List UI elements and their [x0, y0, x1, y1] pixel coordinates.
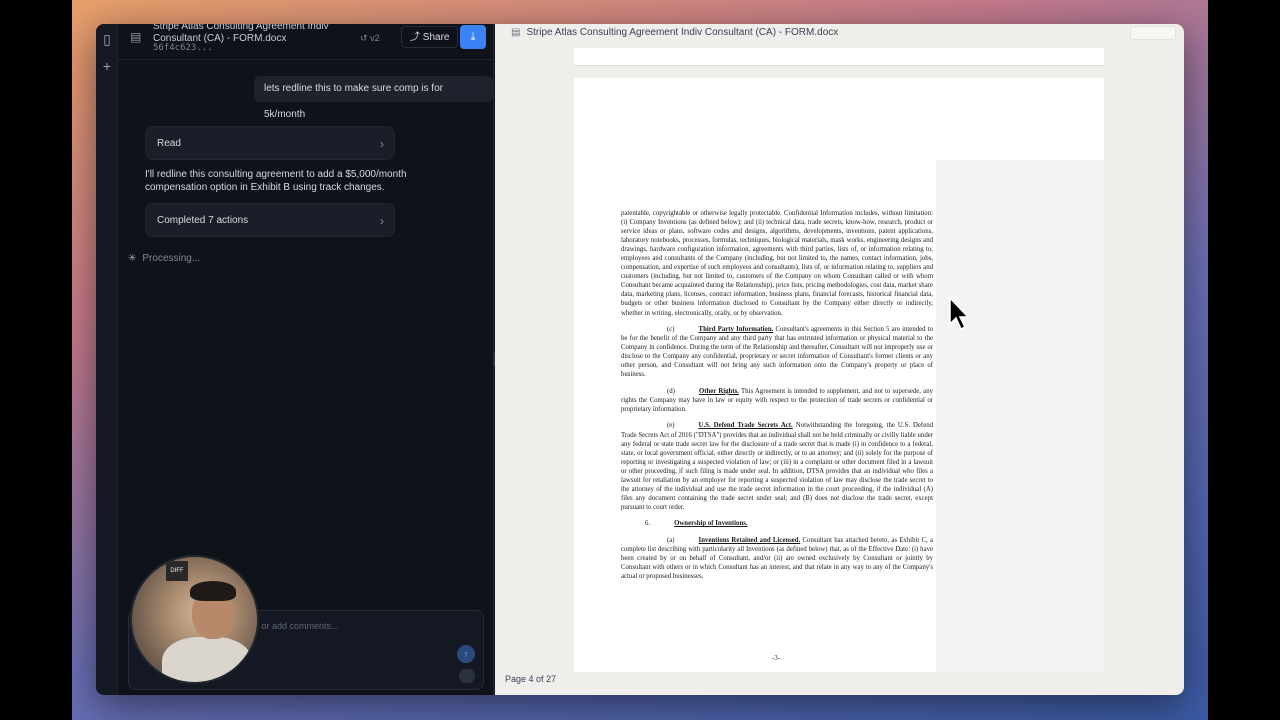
document-hash: 56f4c623... — [153, 43, 213, 53]
paragraph-third-party: (c) Third Party Information. Consultant's… — [621, 325, 933, 379]
document-viewer: ▤ Stripe Atlas Consulting Agreement Indiv… — [495, 24, 1184, 695]
section-6-title: Ownership of Inventions. — [674, 520, 748, 528]
chevron-right-icon: › — [380, 214, 384, 228]
page-indicator: Page 4 of 27 — [505, 674, 557, 684]
mouse-cursor-icon — [949, 296, 970, 331]
person-body — [162, 637, 252, 682]
clause-e-number: (e) — [667, 422, 675, 430]
new-chat-icon[interactable]: + — [96, 58, 118, 74]
page-margin-shade — [936, 160, 1104, 672]
document-icon: ▤ — [130, 30, 142, 44]
letterbox-left — [0, 0, 72, 720]
completed-label: Completed 7 actions — [157, 215, 249, 226]
clause-a-heading: Inventions Retained and Licensed. — [698, 537, 801, 544]
chat-header: ▤ Stripe Atlas Consulting Agreement Indi… — [118, 24, 493, 60]
read-action-card[interactable]: Read › — [145, 126, 395, 160]
clause-a-number: (a) — [667, 537, 675, 544]
share-button[interactable]: ⤴ Share — [401, 26, 459, 48]
clause-d-number: (d) — [667, 387, 675, 395]
user-message: lets redline this to make sure comp is f… — [254, 76, 493, 120]
spinner-icon: ✳ — [128, 253, 137, 264]
share-label: Share — [422, 32, 450, 43]
previous-page-bottom — [574, 48, 1104, 66]
page-body: patentable, copyrightable or otherwise l… — [621, 209, 933, 589]
document-title: Stripe Atlas Consulting Agreement Indiv … — [153, 24, 329, 44]
document-header-title: Stripe Atlas Consulting Agreement Indiv … — [526, 27, 839, 38]
clause-c-heading: Third Party Information. — [698, 326, 774, 334]
section-6-heading: 6. Ownership of Inventions. — [621, 519, 933, 528]
processing-label: Processing... — [142, 253, 201, 264]
version-button[interactable]: ↺ v2 — [354, 28, 386, 48]
chevron-right-icon: › — [380, 137, 384, 151]
processing-status: ✳ Processing... — [128, 253, 200, 264]
history-icon: ↺ — [360, 33, 368, 43]
clause-c-number: (c) — [667, 326, 675, 334]
person-hair — [190, 581, 236, 601]
sidebar-toggle-icon[interactable]: ▯ — [96, 31, 118, 48]
webcam-overlay: DIFF — [130, 555, 259, 684]
document-header: ▤ Stripe Atlas Consulting Agreement Indiv… — [495, 24, 1184, 42]
chat-panel: ▤ Stripe Atlas Consulting Agreement Indi… — [118, 24, 494, 695]
paragraph-confidential-info: patentable, copyrightable or otherwise l… — [621, 210, 933, 317]
wall-sign: DIFF — [166, 561, 188, 581]
clause-e-heading: U.S. Defend Trade Secrets Act. — [698, 422, 793, 430]
clause-c-body: Consultant's agreements in this Section … — [621, 326, 933, 379]
header-action-button[interactable] — [1130, 26, 1176, 40]
paragraph-dtsa: (e) U.S. Defend Trade Secrets Act. Notwit… — [621, 421, 933, 511]
letterbox-right — [1208, 0, 1280, 720]
download-icon: ⤓ — [470, 31, 476, 43]
read-label: Read — [157, 138, 181, 149]
file-icon: ▤ — [511, 27, 521, 38]
section-6-number: 6. — [645, 520, 651, 528]
document-page: patentable, copyrightable or otherwise l… — [574, 78, 1104, 672]
download-button[interactable]: ⤓ — [460, 25, 486, 49]
composer-pill[interactable] — [459, 669, 475, 683]
completed-actions-card[interactable]: Completed 7 actions › — [145, 203, 395, 237]
clause-e-body: Notwithstanding the foregoing, the U.S. … — [621, 422, 934, 511]
app-window: ▯ + ▤ Stripe Atlas Consulting Agreement … — [96, 24, 1184, 695]
paragraph-other-rights: (d) Other Rights. This Agreement is inten… — [621, 387, 933, 414]
send-icon[interactable]: ↑ — [457, 645, 475, 663]
clause-d-heading: Other Rights. — [698, 387, 739, 395]
share-icon: ⤴ — [410, 32, 420, 43]
page-number: -3- — [771, 654, 781, 662]
assistant-message: I'll redline this consulting agreement t… — [145, 169, 407, 193]
left-rail: ▯ + — [96, 24, 118, 695]
version-label: v2 — [370, 33, 380, 43]
paragraph-inventions-retained: (a) Inventions Retained and Licensed. Con… — [621, 536, 933, 581]
